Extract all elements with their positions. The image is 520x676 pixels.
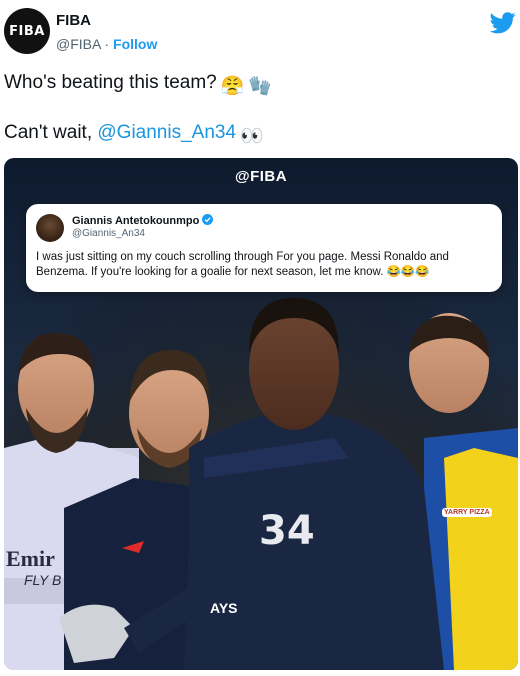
avatar-text: FIBA	[9, 23, 45, 39]
media-watermark: @FIBA	[234, 168, 288, 185]
tweet-text-line2: Can't wait, @Giannis_An34 👀	[4, 121, 264, 149]
verified-badge-icon	[202, 214, 214, 225]
eyes-emoji: 👀	[240, 126, 264, 147]
tweet-text-1: Who's beating this team?	[4, 72, 217, 93]
twitter-bird-icon[interactable]	[490, 12, 516, 34]
quoted-name: Giannis Antetokounmpo	[72, 215, 200, 227]
quoted-name-line: Giannis Antetokounmpo	[72, 214, 214, 227]
steam-face-emoji: 😤	[220, 76, 245, 97]
quoted-avatar	[36, 214, 64, 242]
account-name[interactable]: FIBA	[56, 12, 91, 29]
tweet-header: FIBA FIBA @FIBA · Follow	[0, 0, 520, 62]
avatar[interactable]: FIBA	[4, 8, 50, 54]
quoted-tweet-card: Giannis Antetokounmpo @Giannis_An34 I wa…	[26, 204, 502, 292]
mention-link[interactable]: @Giannis_An34	[97, 122, 236, 143]
quoted-handle: @Giannis_An34	[72, 228, 145, 239]
separator: ·	[100, 36, 114, 52]
shirt-text-left2: FLY B	[24, 572, 62, 588]
quoted-text: I was just sitting on my couch scrolling…	[36, 251, 449, 278]
tweet-text-line1: Who's beating this team? 😤 🧤	[4, 71, 272, 99]
follow-button[interactable]: Follow	[113, 36, 157, 52]
tweet-text-2: Can't wait,	[4, 122, 98, 143]
handle-line: @FIBA · Follow	[56, 36, 157, 52]
account-handle[interactable]: @FIBA	[56, 36, 101, 52]
jersey-number: 34	[259, 508, 315, 554]
shirt-text-center: AYS	[210, 600, 238, 616]
shirt-text-left: Emir	[6, 546, 55, 571]
shirt-text-right: YARRY PIZZA	[442, 508, 492, 517]
gloves-emoji: 🧤	[248, 76, 273, 97]
tweet-media-image[interactable]: @FIBA Giannis Antetokounmpo @Giannis_An3…	[4, 158, 518, 670]
